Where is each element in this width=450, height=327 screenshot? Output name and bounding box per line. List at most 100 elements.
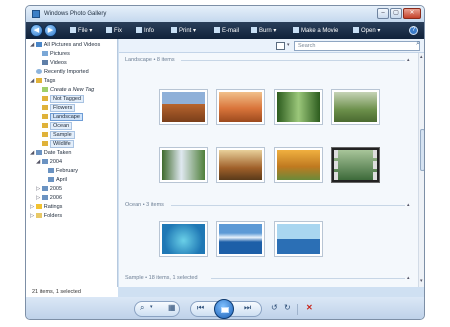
calendar-icon <box>41 186 48 191</box>
tree-folders[interactable]: ▷ Folders <box>30 213 62 219</box>
title-bar[interactable]: Windows Photo Gallery – ▢ ✕ <box>26 6 424 22</box>
tree-tag-not-tagged[interactable]: Not Tagged <box>42 95 85 103</box>
chevron-down-icon[interactable]: ▾ <box>287 42 290 48</box>
tag-icon <box>35 78 42 83</box>
tag-icon <box>42 123 48 128</box>
forward-button[interactable]: ▶ <box>44 24 57 37</box>
group-header-sample[interactable]: Sample • 18 items, 1 selected <box>125 275 198 281</box>
file-menu[interactable]: File ▾ <box>70 27 92 34</box>
calendar-icon <box>48 177 54 182</box>
minimize-button[interactable]: – <box>377 8 389 19</box>
search-icon[interactable]: ⌕ <box>416 40 420 48</box>
collapse-icon[interactable]: ▴ <box>407 275 410 281</box>
status-bar: 21 items, 1 selected <box>26 287 118 297</box>
change-view-icon[interactable] <box>276 42 285 50</box>
info-button[interactable]: Info <box>136 27 154 34</box>
group-divider <box>211 278 405 279</box>
tree-year-2006[interactable]: ▷ 2006 <box>36 195 62 201</box>
tree-tag-sample[interactable]: Sample <box>42 131 75 139</box>
fix-button[interactable]: Fix <box>106 27 122 34</box>
thumb-desert-mesa[interactable] <box>159 89 208 125</box>
tree-recently-imported[interactable]: Recently Imported <box>36 69 89 75</box>
play-slideshow-button[interactable] <box>214 299 234 319</box>
tree-create-new-tag[interactable]: Create a New Tag <box>42 87 94 93</box>
tree-year-2005[interactable]: ▷ 2005 <box>36 186 62 192</box>
back-button[interactable]: ◀ <box>30 24 43 37</box>
thumb-river-valley[interactable] <box>331 89 380 125</box>
scroll-thumb[interactable] <box>420 129 424 171</box>
picture-icon <box>42 51 48 56</box>
navigation-pane: ◢ All Pictures and Videos Pictures Video… <box>26 39 118 287</box>
burn-menu[interactable]: Burn ▾ <box>251 27 276 34</box>
thumb-video-clip[interactable] <box>331 147 380 183</box>
tree-pictures[interactable]: Pictures <box>42 51 70 57</box>
maximize-button[interactable]: ▢ <box>390 8 402 19</box>
tree-ratings[interactable]: ▷ Ratings <box>30 204 62 210</box>
control-divider <box>297 304 298 315</box>
new-tag-icon <box>42 87 48 92</box>
tree-videos[interactable]: Videos <box>42 60 67 66</box>
photo-gallery-icon <box>32 10 40 18</box>
tree-tags[interactable]: ◢ Tags <box>30 78 55 84</box>
main-toolbar: ◀ ▶ File ▾ Fix Info Print ▾ E-mail Burn … <box>26 22 424 39</box>
photo-gallery-window: Windows Photo Gallery – ▢ ✕ ◀ ▶ File ▾ F… <box>25 5 425 320</box>
tree-tag-wildlife[interactable]: Wildlife <box>42 140 74 148</box>
slideshow-icon <box>221 307 229 313</box>
folder-icon <box>35 213 42 218</box>
chevron-down-icon[interactable]: ▾ <box>150 304 153 310</box>
tag-icon <box>42 132 48 137</box>
thumb-sea-turtle[interactable] <box>159 221 208 257</box>
email-button[interactable]: E-mail <box>214 27 239 34</box>
tree-tag-flowers[interactable]: Flowers <box>42 104 76 112</box>
thumbnails-view-icon[interactable]: ▦ <box>168 303 176 312</box>
search-row: ▾ Search ⌕ <box>119 39 424 53</box>
help-button[interactable]: ? <box>409 26 418 35</box>
tree-tag-ocean[interactable]: Ocean <box>42 122 73 130</box>
vertical-scrollbar[interactable]: ▴ ▾ <box>418 53 424 287</box>
collapse-icon[interactable]: ▴ <box>407 202 410 208</box>
pictures-icon <box>35 42 42 47</box>
thumbnail-pane: Landscape • 8 items ▴ Ocean • 3 items ▴ … <box>119 53 418 287</box>
delete-icon[interactable]: ✕ <box>306 303 313 312</box>
make-a-movie-button[interactable]: Make a Movie <box>293 27 338 34</box>
calendar-icon <box>48 168 54 173</box>
thumb-waterfall[interactable] <box>159 147 208 183</box>
scroll-up-arrow[interactable]: ▴ <box>420 54 423 60</box>
tag-icon <box>42 96 48 101</box>
close-button[interactable]: ✕ <box>403 8 421 19</box>
tree-year-2004[interactable]: ◢ 2004 <box>36 159 62 165</box>
tree-month-april[interactable]: April <box>48 177 67 183</box>
calendar-icon <box>35 150 42 155</box>
tag-icon <box>42 114 48 119</box>
tree-all-pictures-videos[interactable]: ◢ All Pictures and Videos <box>30 42 100 48</box>
bottom-control-bar: ⌕ ▾ ▦ ⏮ ⏭ ↺ ↻ ✕ <box>26 297 424 319</box>
tree-date-taken[interactable]: ◢ Date Taken <box>30 150 72 156</box>
search-input[interactable]: Search <box>294 41 420 51</box>
open-icon <box>353 27 359 33</box>
group-header-ocean[interactable]: Ocean • 3 items <box>125 202 164 208</box>
thumb-autumn-tree[interactable] <box>216 147 265 183</box>
tree-month-february[interactable]: February <box>48 168 78 174</box>
file-icon <box>70 27 76 33</box>
next-icon[interactable]: ⏭ <box>244 303 251 313</box>
movie-icon <box>293 27 299 33</box>
open-menu[interactable]: Open ▾ <box>353 27 380 34</box>
group-divider <box>181 60 405 61</box>
collapse-icon[interactable]: ▴ <box>407 57 410 63</box>
thumb-autumn-forest[interactable] <box>274 147 323 183</box>
scroll-down-arrow[interactable]: ▾ <box>420 278 423 284</box>
zoom-icon[interactable]: ⌕ <box>140 303 144 313</box>
thumb-green-forest[interactable] <box>274 89 323 125</box>
previous-icon[interactable]: ⏮ <box>197 303 204 313</box>
star-icon <box>35 204 42 209</box>
group-header-landscape[interactable]: Landscape • 8 items <box>125 57 175 63</box>
thumb-glacier[interactable] <box>216 221 265 257</box>
print-menu[interactable]: Print ▾ <box>171 27 196 34</box>
tag-icon <box>42 141 48 146</box>
thumb-whale-tail[interactable] <box>274 221 323 257</box>
rotate-counterclockwise-icon[interactable]: ↺ <box>271 303 278 312</box>
email-icon <box>214 27 220 33</box>
rotate-clockwise-icon[interactable]: ↻ <box>284 303 291 312</box>
thumb-desert-dunes[interactable] <box>216 89 265 125</box>
tree-tag-landscape[interactable]: Landscape <box>42 113 83 121</box>
